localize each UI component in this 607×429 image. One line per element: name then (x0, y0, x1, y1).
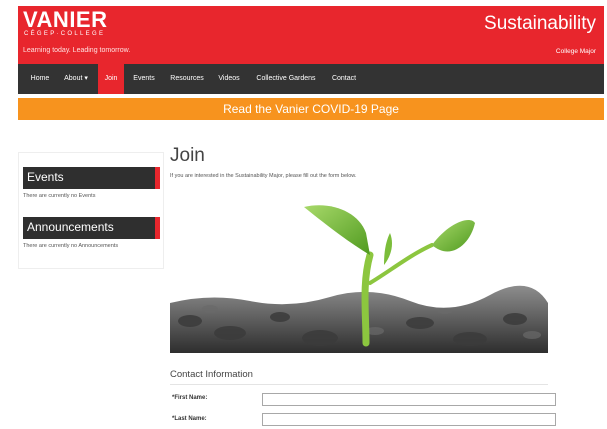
subsite-label: College Major (555, 48, 596, 55)
logo-subtitle: CÉGEP·COLLEGE (24, 31, 106, 37)
nav-item-home[interactable]: Home (28, 64, 52, 94)
announcements-note: There are currently no Announcements (23, 243, 119, 249)
last-name-field[interactable] (262, 413, 556, 426)
banner-text[interactable]: Read the Vanier COVID-19 Page (18, 102, 604, 116)
first-name-label: *First Name: (172, 395, 208, 401)
intro-text: If you are interested in the Sustainabil… (170, 173, 357, 179)
seedling-illustration (170, 205, 548, 353)
last-name-label: *Last Name: (172, 416, 207, 422)
announcements-title: Announcements (27, 220, 114, 234)
nav-item-videos[interactable]: Videos (215, 64, 243, 94)
announcements-heading: Announcements (23, 217, 160, 239)
nav-item-collective-gardens[interactable]: Collective Gardens (251, 64, 321, 94)
covid-banner[interactable]: Read the Vanier COVID-19 Page (18, 98, 604, 120)
page-title: Join (170, 145, 205, 166)
site-header: VANIER CÉGEP·COLLEGE Learning today. Lea… (18, 6, 604, 64)
events-note: There are currently no Events (23, 193, 96, 199)
nav-item-contact[interactable]: Contact (328, 64, 360, 94)
nav-item-join[interactable]: Join (98, 64, 124, 94)
main-nav: Home About ▾ Join Events Resources Video… (18, 64, 604, 94)
first-name-field[interactable] (262, 393, 556, 406)
nav-item-about[interactable]: About ▾ (60, 64, 92, 94)
sidebar: Events There are currently no Events Ann… (18, 152, 164, 269)
section-divider (170, 384, 548, 385)
site-title[interactable]: Sustainability (484, 13, 596, 35)
nav-item-events[interactable]: Events (130, 64, 158, 94)
events-heading: Events (23, 167, 160, 189)
events-title: Events (27, 170, 64, 184)
seedling-image (170, 193, 548, 353)
contact-section-title: Contact Information (170, 369, 253, 380)
tagline: Learning today. Leading tomorrow. (23, 47, 131, 54)
nav-item-resources[interactable]: Resources (166, 64, 208, 94)
vanier-logo[interactable]: VANIER (23, 7, 108, 33)
